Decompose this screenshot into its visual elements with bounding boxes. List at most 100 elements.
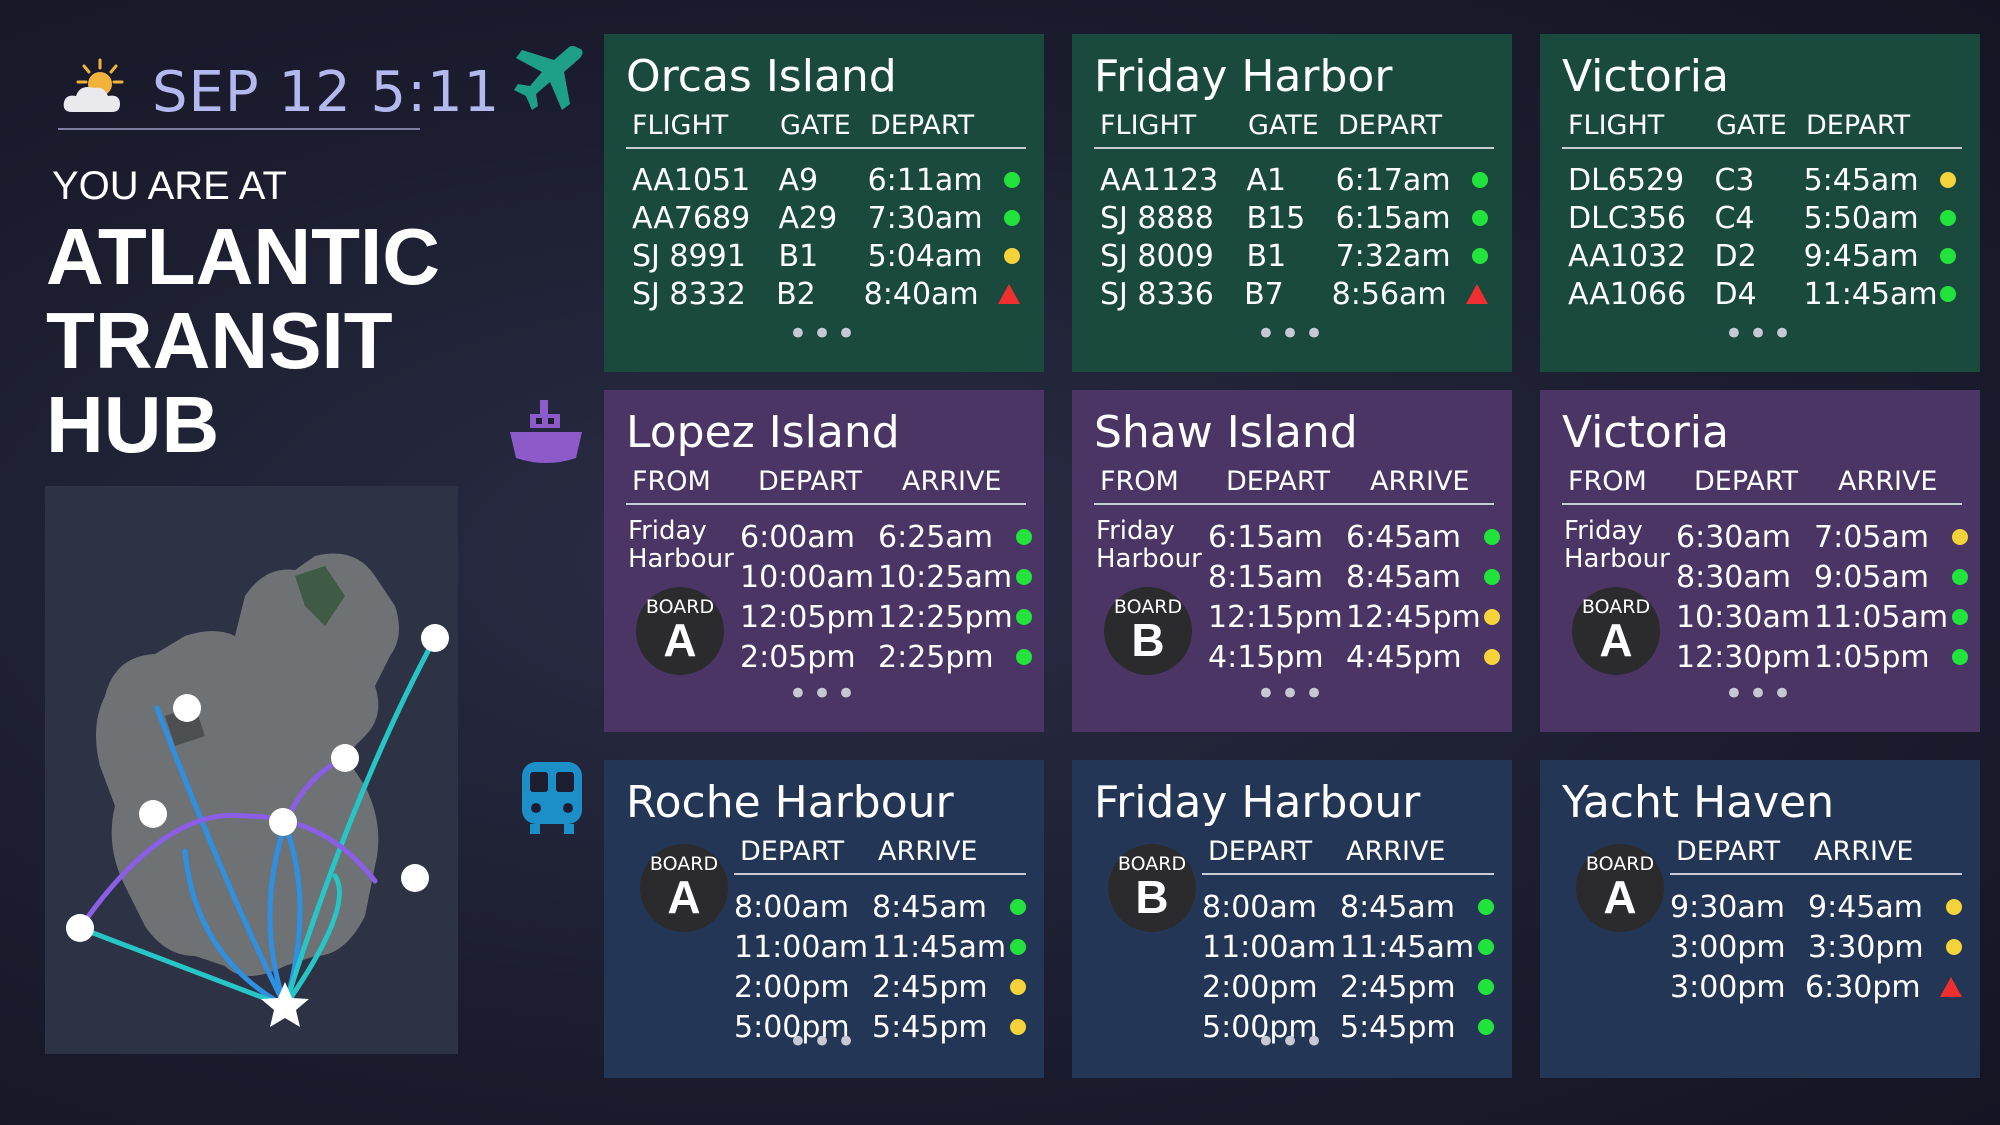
column-header-arrive: ARRIVE [1814,836,1914,867]
table-row: DLC356 C4 5:50am [1562,199,1962,237]
gate: A9 [778,162,819,198]
table-row: 8:30am 9:05am [1676,557,1968,597]
depart-time: 2:00pm [734,969,850,1005]
gate: A29 [778,200,838,236]
flight-panel-orcas-island: Orcas Island FLIGHT GATE DEPART AA1051 A9… [604,34,1044,372]
gate: A1 [1246,162,1287,198]
more-button[interactable]: ••• [604,1022,1044,1062]
train-icon [512,758,592,838]
more-button[interactable]: ••• [1540,674,1980,714]
boarding-badge: BOARD B [1108,844,1196,932]
depart-time: 12:05pm [740,599,875,635]
table-row: SJ 8888 B15 6:15am [1094,199,1494,237]
board-letter: B [1135,871,1169,923]
origin-label: Friday Harbour [628,517,734,573]
depart-time: 10:30am [1676,599,1811,635]
gate: B1 [778,238,819,274]
column-header-depart: DEPART [1806,110,1911,141]
more-button[interactable]: ••• [1072,314,1512,354]
table-row: 3:00pm 6:30pm [1670,967,1962,1007]
depart-time: 12:30pm [1676,639,1811,675]
boarding-badge: BOARD B [1104,587,1192,675]
table-row: 12:30pm 1:05pm [1676,637,1968,677]
column-header-from: FROM [1568,466,1647,497]
table-row: 12:05pm 12:25pm [740,597,1032,637]
more-button[interactable]: ••• [1540,314,1980,354]
on-time-status-icon [1010,899,1026,915]
delayed-status-icon [1004,248,1020,264]
more-button[interactable]: ••• [1072,1022,1512,1062]
arrive-time: 8:45am [1346,559,1461,595]
arrive-time: 4:45pm [1346,639,1462,675]
depart-time: 8:00am [1202,889,1317,925]
table-row: 8:15am 8:45am [1208,557,1500,597]
arrive-time: 2:25pm [878,639,994,675]
airplane-icon [508,40,588,120]
on-time-status-icon [1472,172,1488,188]
depart-time: 6:15am [1208,519,1323,555]
column-header: DEPART ARRIVE [734,836,1026,875]
flight-number: SJ 8009 [1100,238,1214,274]
depart-time: 10:00am [740,559,875,595]
gate: B2 [776,276,816,312]
column-header-depart: DEPART [1694,466,1799,497]
alert-triangle-icon [1940,977,1962,997]
table-row: SJ 8332 B2 8:40am [626,275,1026,313]
column-header-arrive: ARRIVE [878,836,978,867]
on-time-status-icon [1952,609,1968,625]
on-time-status-icon [1940,248,1956,264]
on-time-status-icon [1016,569,1032,585]
board-label: BOARD [1113,596,1183,618]
gate: B15 [1246,200,1306,236]
arrive-time: 3:30pm [1808,929,1924,965]
boarding-badge: BOARD A [636,587,724,675]
board-label: BOARD [645,596,715,618]
on-time-status-icon [1016,609,1032,625]
table-row: 10:30am 11:05am [1676,597,1968,637]
table-row: AA1123 A1 6:17am [1094,161,1494,199]
arrive-time: 7:05am [1814,519,1929,555]
more-button[interactable]: ••• [604,674,1044,714]
table-row: DL6529 C3 5:45am [1562,161,1962,199]
depart-time: 3:00pm [1670,929,1786,965]
table-row: 9:30am 9:45am [1670,887,1962,927]
more-button[interactable]: ••• [1072,674,1512,714]
arrive-time: 10:25am [878,559,1013,595]
alert-triangle-icon [998,284,1020,304]
more-button[interactable]: ••• [604,314,1044,354]
on-time-status-icon [1484,569,1500,585]
on-time-status-icon [1004,210,1020,226]
hub-name-line: TRANSIT [46,296,393,385]
column-header-depart: DEPART [1208,836,1313,867]
table-row: AA1066 D4 11:45am [1562,275,1962,313]
on-time-status-icon [1940,210,1956,226]
on-time-status-icon [1472,210,1488,226]
depart-time: 2:05pm [740,639,856,675]
delayed-status-icon [1940,172,1956,188]
panel-title: Victoria [1562,407,1729,458]
depart-time: 8:00am [734,889,849,925]
table-row: 4:15pm 4:45pm [1208,637,1500,677]
arrive-time: 11:45am [1340,929,1475,965]
table-row: 11:00am 11:45am [734,927,1026,967]
board-label: BOARD [1117,853,1187,875]
flight-panel-friday-harbor: Friday Harbor FLIGHT GATE DEPART AA1123 A… [1072,34,1512,372]
origin-line: Friday [1096,516,1175,546]
column-header-gate: GATE [1248,110,1319,141]
depart-time: 5:50am [1803,200,1919,236]
origin-label: Friday Harbour [1564,517,1670,573]
flight-number: SJ 8991 [632,238,746,274]
on-time-status-icon [1484,529,1500,545]
depart-time: 6:00am [740,519,855,555]
depart-time: 8:15am [1208,559,1323,595]
gate: B7 [1244,276,1284,312]
arrive-time: 11:05am [1814,599,1949,635]
depart-time: 3:00pm [1670,969,1786,1005]
column-header-depart: DEPART [758,466,863,497]
column-header-depart: DEPART [1338,110,1443,141]
ferry-panel-lopez-island: Lopez Island FROM DEPART ARRIVE Friday Ha… [604,390,1044,732]
column-header-flight: FLIGHT [1568,110,1665,141]
depart-time: 8:56am [1331,276,1447,312]
arrive-time: 11:45am [872,929,1007,965]
panel-title: Friday Harbor [1094,51,1393,102]
